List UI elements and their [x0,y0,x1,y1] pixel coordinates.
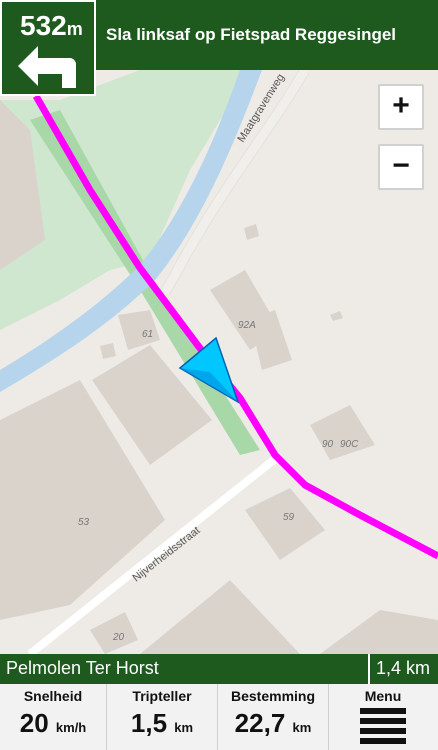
turn-distance: 532m [20,10,83,41]
instruction-bar: Sla linksaf op Fietspad Reggesingel [96,0,438,70]
stat-speed-value: 20 km/h [19,708,87,738]
house-number: 90 [322,439,334,450]
next-turn-panel: 532m [0,0,96,96]
destination-bar: Pelmolen Ter Horst 1,4 km [0,654,438,684]
divider [328,684,329,750]
house-number: 92A [238,320,256,331]
divider [106,684,107,750]
stat-destination-value: 22,7 km [234,708,312,738]
destination-distance: 1,4 km [376,658,431,678]
stat-speed: Snelheid 20 km/h [0,684,106,750]
stat-destination-label: Bestemming [230,688,316,704]
stat-destination: Bestemming 22,7 km [218,684,328,750]
zoom-in-button[interactable]: + [378,84,424,130]
turn-left-arrow-icon [18,46,76,88]
hamburger-menu-icon[interactable] [360,708,406,744]
menu-button[interactable]: Menu [340,688,426,704]
house-number: 53 [78,517,90,528]
divider [217,684,218,750]
stat-trip-label: Tripteller [132,688,192,704]
stat-trip: Tripteller 1,5 km [107,684,217,750]
house-number: 90C [340,439,359,450]
destination-name: Pelmolen Ter Horst [6,658,159,678]
zoom-out-button[interactable]: − [378,144,424,190]
stat-trip-value: 1,5 km [130,708,194,738]
instruction-text: Sla linksaf op Fietspad Reggesingel [106,25,397,44]
house-number: 61 [142,329,153,340]
divider [368,654,370,684]
house-number: 59 [283,512,295,523]
map-view[interactable]: Maatgravenweg Nijverheidsstraat 61 92A 9… [0,0,438,654]
house-number: 20 [112,632,125,643]
stat-speed-label: Snelheid [23,688,83,704]
